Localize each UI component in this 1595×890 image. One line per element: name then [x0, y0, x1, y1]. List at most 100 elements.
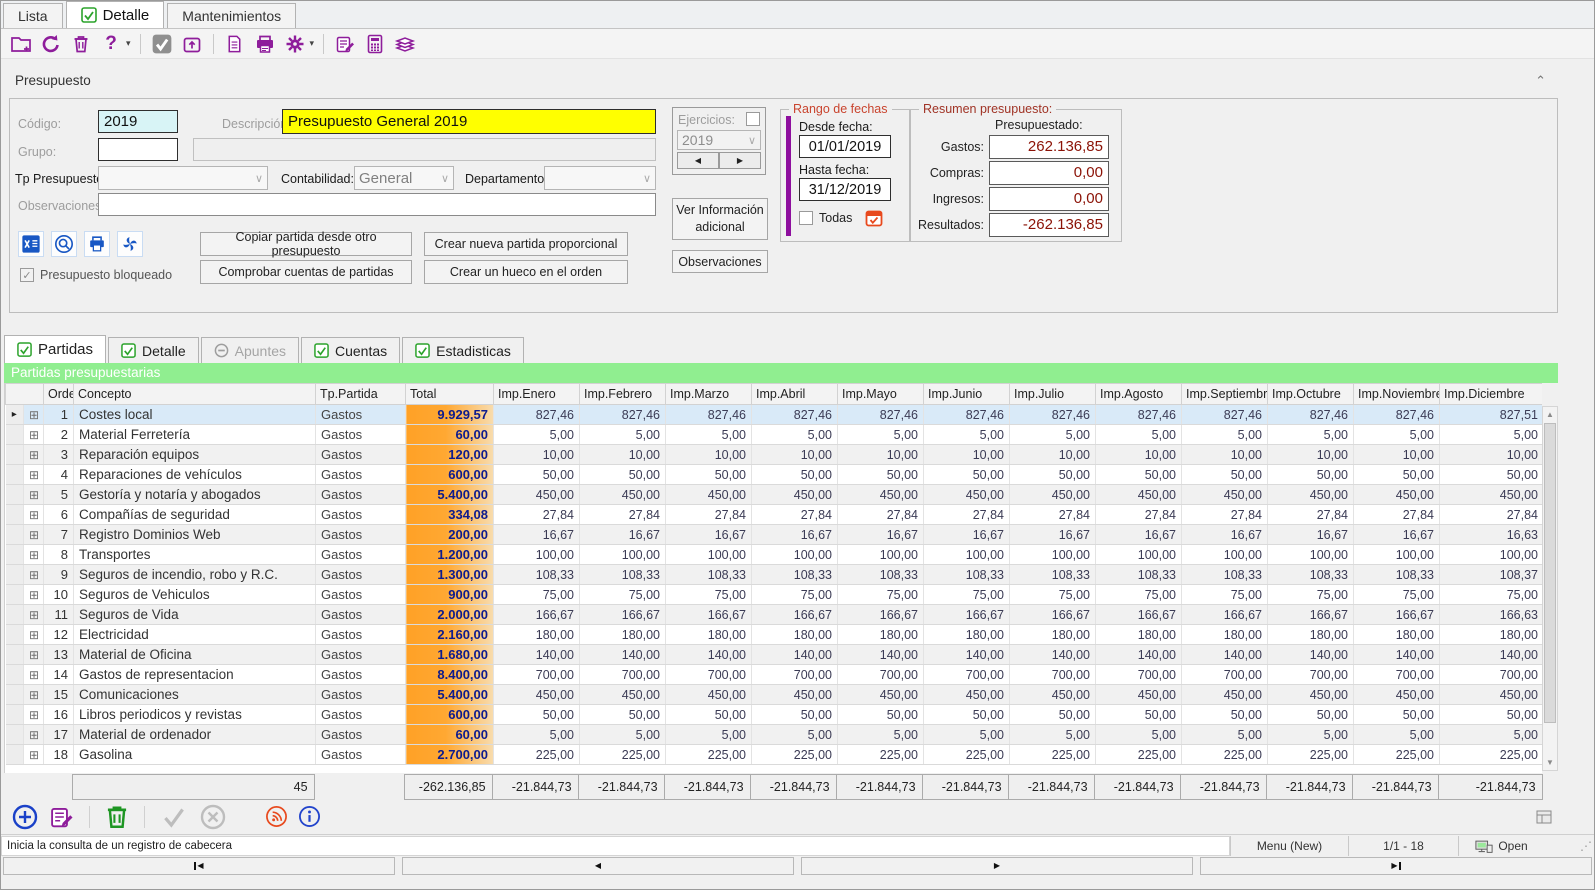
first-record-icon[interactable]: ◀ [3, 857, 395, 875]
expand-row-icon[interactable]: ⊞ [23, 624, 44, 645]
expand-row-icon[interactable]: ⊞ [23, 484, 44, 505]
expand-row-icon[interactable]: ⊞ [23, 604, 44, 625]
add-record-icon[interactable] [11, 803, 39, 831]
info-icon[interactable] [298, 805, 321, 828]
comprobar-cuentas-button[interactable]: Comprobar cuentas de partidas [200, 260, 412, 284]
grid-header-concepto[interactable]: Concepto [73, 383, 316, 405]
print-icon[interactable] [84, 231, 110, 257]
table-row[interactable]: ⊞ 12 Electricidad Gastos 2.160,00 180,00 180,0… [5, 624, 1542, 645]
edit-notes-icon[interactable] [333, 32, 357, 56]
codigo-field[interactable] [98, 110, 178, 133]
expand-row-icon[interactable]: ⊞ [23, 584, 44, 605]
table-row[interactable]: ⊞ 6 Compañías de seguridad Gastos 334,08 27,8… [5, 504, 1542, 525]
settings-gear-icon[interactable] [283, 32, 307, 56]
grid-header-imp-noviembre[interactable]: Imp.Noviembre [1353, 383, 1440, 405]
table-row[interactable]: ⊞ 14 Gastos de representacion Gastos 8.400,0… [5, 664, 1542, 685]
scroll-up-icon[interactable]: ▲ [1543, 407, 1557, 422]
confirm-checkbox-icon[interactable] [150, 32, 174, 56]
tab-lista[interactable]: Lista [3, 3, 63, 28]
help-icon[interactable]: ? [99, 32, 123, 56]
grid-header-orden[interactable]: Orden [43, 383, 74, 405]
grid-vertical-scrollbar[interactable]: ▲ ▼ [1542, 406, 1558, 771]
scroll-down-icon[interactable]: ▼ [1543, 755, 1557, 770]
delete-record-icon[interactable] [104, 804, 130, 830]
calendar-icon[interactable] [865, 209, 883, 227]
expand-row-icon[interactable]: ⊞ [23, 504, 44, 525]
grid-header-imp-diciembre[interactable]: Imp.Diciembre [1439, 383, 1542, 405]
settings-dropdown-icon[interactable]: ▾ [310, 38, 315, 49]
cancel-icon[interactable] [199, 803, 227, 831]
preview-icon[interactable] [51, 231, 77, 257]
grupo-field[interactable] [98, 138, 178, 161]
subtab-partidas[interactable]: Partidas [4, 335, 107, 363]
table-row[interactable]: ⊞ 5 Gestoría y notaría y abogados Gastos 5.4… [5, 484, 1542, 505]
table-row[interactable]: ⊞ 3 Reparación equipos Gastos 120,00 10,00 10,… [5, 444, 1542, 465]
expand-row-icon[interactable]: ⊞ [23, 524, 44, 545]
last-record-icon[interactable]: ▶ [1200, 857, 1592, 875]
grid-header-imp-septiembre[interactable]: Imp.Septiembre [1181, 383, 1268, 405]
tp-presupuesto-select[interactable]: ∨ [98, 166, 268, 190]
subtab-cuentas[interactable]: Cuentas [301, 337, 401, 363]
excel-icon[interactable] [18, 231, 44, 257]
contabilidad-select[interactable]: General ∨ [354, 166, 454, 190]
edit-record-icon[interactable] [49, 804, 75, 830]
expand-row-icon[interactable]: ⊞ [23, 664, 44, 685]
expand-row-icon[interactable]: ⊞ [23, 744, 44, 765]
crear-hueco-button[interactable]: Crear un hueco en el orden [424, 260, 628, 284]
document-icon[interactable] [223, 32, 247, 56]
table-row[interactable]: ⊞ 18 Gasolina Gastos 2.700,00 225,00 225,00 225… [5, 744, 1542, 765]
ejercicio-next-icon[interactable]: ▶ [719, 152, 761, 169]
subtab-apuntes[interactable]: Apuntes [200, 337, 299, 363]
crear-partida-proporcional-button[interactable]: Crear nueva partida proporcional [424, 232, 628, 256]
hasta-fecha-field[interactable]: 31/12/2019 [799, 178, 891, 201]
table-row[interactable]: ⊞ 16 Libros periodicos y revistas Gastos 600… [5, 704, 1542, 725]
grid-header-total[interactable]: Total [405, 383, 494, 405]
subtab-estadisticas[interactable]: Estadisticas [402, 337, 524, 363]
grid-header-imp-febrero[interactable]: Imp.Febrero [579, 383, 666, 405]
observaciones-field[interactable] [98, 193, 656, 216]
presupuesto-bloqueado-checkbox[interactable]: ✓ Presupuesto bloqueado [20, 268, 172, 282]
new-record-icon[interactable] [9, 32, 33, 56]
expand-row-icon[interactable]: ⊞ [23, 644, 44, 665]
todas-checkbox[interactable]: Todas [799, 211, 852, 225]
expand-row-icon[interactable]: ⊞ [23, 544, 44, 565]
expand-row-icon[interactable]: ⊞ [23, 704, 44, 725]
calculator-icon[interactable] [363, 32, 387, 56]
table-row[interactable]: ⊞ 17 Material de ordenador Gastos 60,00 5,00 5… [5, 724, 1542, 745]
tab-mantenimientos[interactable]: Mantenimientos [167, 3, 297, 28]
observaciones-button[interactable]: Observaciones [672, 250, 768, 273]
open-window-icon[interactable] [180, 32, 204, 56]
ver-informacion-button[interactable]: Ver Información adicional [672, 198, 768, 240]
collapse-panel-icon[interactable]: ⌃ [1535, 73, 1546, 89]
table-row[interactable]: ⊞ 4 Reparaciones de vehículos Gastos 600,00 5… [5, 464, 1542, 485]
desde-fecha-field[interactable]: 01/01/2019 [799, 135, 891, 158]
copiar-partida-button[interactable]: Copiar partida desde otro presupuesto [200, 230, 412, 258]
tab-detalle[interactable]: Detalle [65, 1, 165, 28]
table-row[interactable]: ⊞ 7 Registro Dominios Web Gastos 200,00 16,67… [5, 524, 1542, 545]
confirm-icon[interactable] [159, 803, 189, 831]
grid-header-tp-partida[interactable]: Tp.Partida [315, 383, 406, 405]
print-icon[interactable] [253, 32, 277, 56]
grid-header-imp-marzo[interactable]: Imp.Marzo [665, 383, 752, 405]
table-row[interactable]: ⊞ 13 Material de Oficina Gastos 1.680,00 140,… [5, 644, 1542, 665]
expand-row-icon[interactable]: ⊞ [23, 424, 44, 445]
table-row[interactable]: ⊞ 8 Transportes Gastos 1.200,00 100,00 100,00 1… [5, 544, 1542, 565]
expand-row-icon[interactable]: ⊞ [23, 724, 44, 745]
table-row[interactable]: ⊞ 9 Seguros de incendio, robo y R.C. Gastos… [5, 564, 1542, 585]
table-row[interactable]: ⊞ 15 Comunicaciones Gastos 5.400,00 450,00 450… [5, 684, 1542, 705]
descripcion-field[interactable] [282, 109, 656, 134]
ejercicios-select[interactable]: 2019 ∨ [677, 130, 761, 150]
departamento-select[interactable]: ∨ [544, 166, 656, 190]
rss-icon[interactable] [265, 805, 288, 828]
ejercicio-previous-icon[interactable]: ◀ [677, 152, 719, 169]
grid-header-imp-abril[interactable]: Imp.Abril [751, 383, 838, 405]
expand-row-icon[interactable]: ⊞ [23, 684, 44, 705]
books-icon[interactable] [393, 32, 417, 56]
expand-row-icon[interactable]: ⊞ [23, 564, 44, 585]
previous-record-icon[interactable]: ◀ [402, 857, 794, 875]
next-record-icon[interactable]: ▶ [801, 857, 1193, 875]
expand-row-icon[interactable]: ⊞ [23, 404, 44, 425]
layout-grid-icon[interactable] [1536, 810, 1552, 824]
grid-header-imp-junio[interactable]: Imp.Junio [923, 383, 1010, 405]
expand-row-icon[interactable]: ⊞ [23, 464, 44, 485]
